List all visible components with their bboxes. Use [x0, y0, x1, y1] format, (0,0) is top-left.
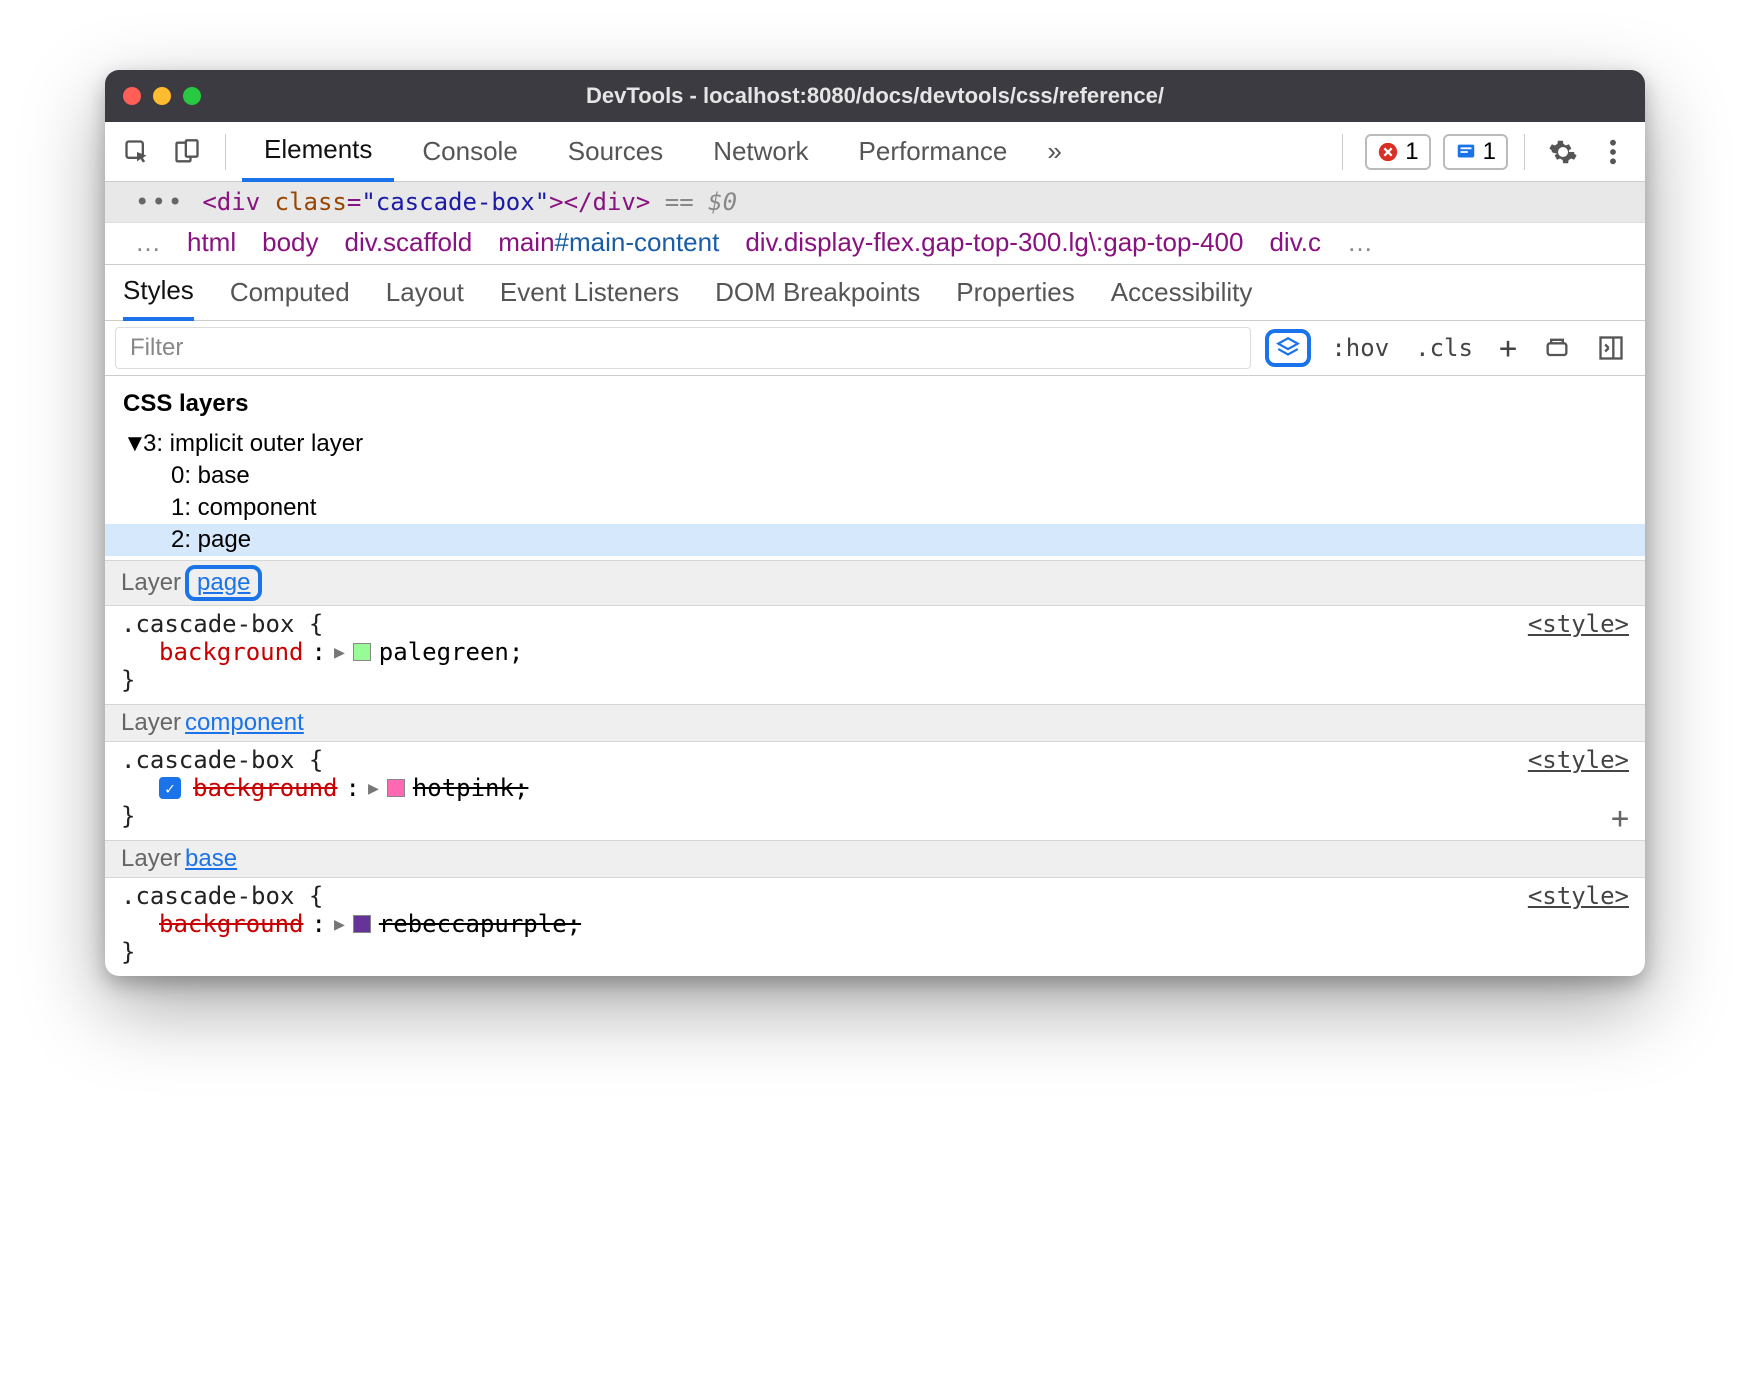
- css-declaration[interactable]: ✓background:▶hotpink;: [121, 774, 1629, 802]
- devtools-window: DevTools - localhost:8080/docs/devtools/…: [105, 70, 1645, 976]
- errors-count: 1: [1405, 138, 1418, 166]
- css-selector[interactable]: .cascade-box: [121, 610, 294, 638]
- tab-network[interactable]: Network: [691, 122, 830, 182]
- kebab-menu-icon[interactable]: [1591, 130, 1635, 174]
- expand-shorthand-icon[interactable]: ▶: [334, 642, 345, 663]
- css-selector[interactable]: .cascade-box: [121, 746, 294, 774]
- css-rule[interactable]: <style>.cascade-box {background:▶rebecca…: [105, 878, 1645, 976]
- separator: [1342, 134, 1343, 170]
- breadcrumb-item[interactable]: div.display-flex.gap-top-300.lg\:gap-top…: [745, 227, 1243, 258]
- subtab-styles[interactable]: Styles: [123, 265, 194, 321]
- filter-input[interactable]: [115, 327, 1251, 369]
- css-selector[interactable]: .cascade-box: [121, 882, 294, 910]
- tab-sources[interactable]: Sources: [546, 122, 685, 182]
- layer-label: Layer: [121, 709, 181, 737]
- source-link[interactable]: <style>: [1528, 882, 1629, 910]
- subtab-properties[interactable]: Properties: [956, 265, 1075, 321]
- css-property-value[interactable]: palegreen;: [379, 638, 524, 666]
- breadcrumb-item[interactable]: html: [187, 227, 236, 258]
- color-swatch[interactable]: [387, 779, 405, 797]
- layer-section-header: Layer page: [105, 560, 1645, 606]
- breadcrumb-item[interactable]: div.scaffold: [345, 227, 473, 258]
- breadcrumb-item[interactable]: div.c: [1269, 227, 1321, 258]
- more-tabs-button[interactable]: »: [1035, 136, 1073, 167]
- layers-outer-label: 3: implicit outer layer: [143, 430, 363, 458]
- traffic-lights: [123, 87, 201, 105]
- layer-tree-item[interactable]: 0: base: [105, 460, 1645, 492]
- breadcrumb-item[interactable]: main#main-content: [498, 227, 719, 258]
- layer-tree-item[interactable]: 1: component: [105, 492, 1645, 524]
- ellipsis-icon[interactable]: •••: [135, 188, 184, 216]
- layer-link[interactable]: base: [185, 845, 237, 873]
- subtab-dom-breakpoints[interactable]: DOM Breakpoints: [715, 265, 920, 321]
- source-link[interactable]: <style>: [1528, 610, 1629, 638]
- new-rule-button[interactable]: +: [1493, 331, 1523, 366]
- styles-toolbar: :hov .cls +: [105, 321, 1645, 376]
- device-toggle-icon[interactable]: [165, 130, 209, 174]
- close-window-button[interactable]: [123, 87, 141, 105]
- css-property-name[interactable]: background: [193, 774, 338, 802]
- settings-icon[interactable]: [1541, 130, 1585, 174]
- maximize-window-button[interactable]: [183, 87, 201, 105]
- subtab-accessibility[interactable]: Accessibility: [1111, 265, 1253, 321]
- layers-outer-row[interactable]: ▼ 3: implicit outer layer: [105, 428, 1645, 460]
- color-swatch[interactable]: [353, 643, 371, 661]
- subtab-event-listeners[interactable]: Event Listeners: [500, 265, 679, 321]
- computed-sidebar-icon[interactable]: [1591, 334, 1631, 362]
- layer-link[interactable]: component: [185, 709, 304, 737]
- css-property-name[interactable]: background: [159, 910, 304, 938]
- css-property-value[interactable]: hotpink;: [413, 774, 529, 802]
- css-declaration[interactable]: background:▶rebeccapurple;: [121, 910, 1629, 938]
- minimize-window-button[interactable]: [153, 87, 171, 105]
- expand-shorthand-icon[interactable]: ▶: [334, 914, 345, 935]
- subtab-computed[interactable]: Computed: [230, 265, 350, 321]
- css-property-name[interactable]: background: [159, 638, 304, 666]
- css-rule[interactable]: <style>.cascade-box {background:▶palegre…: [105, 606, 1645, 704]
- breadcrumb-ellipsis[interactable]: …: [1347, 227, 1373, 258]
- layers-tree: ▼ 3: implicit outer layer 0: base1: comp…: [105, 428, 1645, 560]
- hov-button[interactable]: :hov: [1325, 334, 1395, 362]
- inspect-icon[interactable]: [115, 130, 159, 174]
- layer-label: Layer: [121, 845, 181, 873]
- source-link[interactable]: <style>: [1528, 746, 1629, 774]
- separator: [225, 134, 226, 170]
- layer-label: Layer: [121, 569, 181, 597]
- tab-elements[interactable]: Elements: [242, 122, 394, 182]
- css-property-value[interactable]: rebeccapurple;: [379, 910, 581, 938]
- rendering-icon[interactable]: [1537, 334, 1577, 362]
- layer-tree-item[interactable]: 2: page: [105, 524, 1645, 556]
- cls-button[interactable]: .cls: [1409, 334, 1479, 362]
- breadcrumb-ellipsis[interactable]: …: [135, 227, 161, 258]
- window-title: DevTools - localhost:8080/docs/devtools/…: [105, 83, 1645, 109]
- caret-down-icon[interactable]: ▼: [123, 430, 143, 458]
- errors-badge[interactable]: 1: [1365, 134, 1430, 170]
- tab-performance[interactable]: Performance: [837, 122, 1030, 182]
- selected-element: <div class="cascade-box"></div> == $0: [202, 188, 737, 216]
- subtab-layout[interactable]: Layout: [386, 265, 464, 321]
- issues-badge[interactable]: 1: [1443, 134, 1508, 170]
- main-toolbar: ElementsConsoleSourcesNetworkPerformance…: [105, 122, 1645, 182]
- layer-link[interactable]: page: [185, 565, 262, 601]
- color-swatch[interactable]: [353, 915, 371, 933]
- styles-subtabs: Styles Computed Layout Event Listeners DOM B…: [105, 265, 1645, 321]
- tab-console[interactable]: Console: [400, 122, 539, 182]
- css-layers-heading: CSS layers: [105, 376, 1645, 428]
- property-toggle-checkbox[interactable]: ✓: [159, 777, 181, 799]
- expand-shorthand-icon[interactable]: ▶: [368, 778, 379, 799]
- titlebar: DevTools - localhost:8080/docs/devtools/…: [105, 70, 1645, 122]
- add-declaration-button[interactable]: +: [1611, 801, 1629, 836]
- breadcrumb-item[interactable]: body: [262, 227, 318, 258]
- issues-count: 1: [1483, 138, 1496, 166]
- toggle-layers-button[interactable]: [1265, 329, 1311, 367]
- css-declaration[interactable]: background:▶palegreen;: [121, 638, 1629, 666]
- dom-snippet-row[interactable]: ••• <div class="cascade-box"></div> == $…: [105, 182, 1645, 223]
- breadcrumb: … html body div.scaffold main#main-content d…: [105, 223, 1645, 265]
- css-rule[interactable]: <style>.cascade-box {✓background:▶hotpin…: [105, 742, 1645, 840]
- separator: [1524, 134, 1525, 170]
- layer-section-header: Layer base: [105, 840, 1645, 878]
- layer-section-header: Layer component: [105, 704, 1645, 742]
